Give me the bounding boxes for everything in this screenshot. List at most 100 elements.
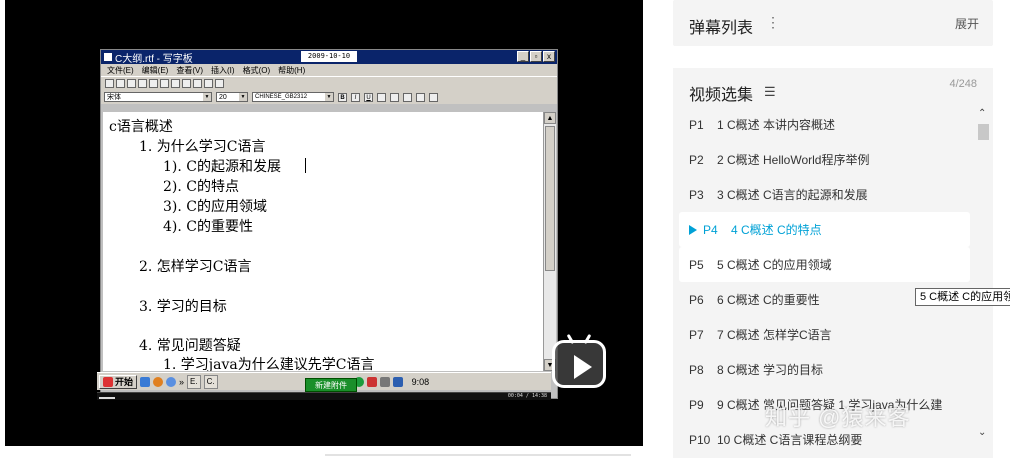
episode-item[interactable]: P8 8 C概述 学习的目标 — [679, 352, 970, 387]
episode-item[interactable]: P5 5 C概述 C的应用领域 — [679, 247, 970, 282]
quicklaunch-chevron: » — [179, 376, 185, 387]
doc-line: c语言概述 — [109, 119, 173, 135]
episode-label: 10 C概述 C语言课程总纲要 — [717, 433, 863, 447]
video-progress-fill — [99, 397, 115, 399]
episode-item[interactable]: P7 7 C概述 怎样学C语言 — [679, 317, 970, 352]
scroll-up-icon: ▲ — [544, 112, 556, 124]
episode-label: 5 C概述 C的应用领域 — [717, 258, 832, 272]
episode-label: 3 C概述 C语言的起源和发展 — [717, 188, 868, 202]
episode-item[interactable]: P3 3 C概述 C语言的起源和发展 — [679, 177, 970, 212]
scroll-thumb[interactable] — [978, 124, 989, 140]
paste-icon — [193, 79, 202, 88]
video-progress[interactable]: 00:04 / 14:38 — [97, 392, 551, 400]
maximize-button: ▫ — [530, 51, 542, 62]
more-icon[interactable]: ⋮ — [766, 14, 780, 31]
scroll-up-icon[interactable]: ⌃ — [978, 108, 986, 119]
wordpad-icon — [104, 53, 112, 61]
menu-view: 查看(V) — [176, 65, 204, 75]
episode-label: 4 C概述 C的特点 — [731, 223, 822, 237]
bullets-icon — [429, 92, 438, 102]
doc-line: 1). C的起源和发展 — [163, 159, 281, 175]
danmu-title: 弹幕列表 — [689, 20, 754, 37]
page: C大纲.rtf - 写字板 2009-10-10 _ ▫ x 文件(E) 编辑(… — [0, 0, 1010, 458]
close-button: x — [543, 51, 555, 62]
episode-number: P4 — [703, 222, 718, 237]
find-icon — [160, 79, 169, 88]
episode-label: 7 C概述 怎样学C语言 — [717, 328, 832, 342]
play-triangle-icon — [574, 355, 592, 379]
cut-icon — [171, 79, 180, 88]
episode-count: 4/248 — [949, 78, 977, 90]
open-icon — [116, 79, 125, 88]
doc-line: 4). C的重要性 — [163, 219, 253, 235]
badge-label: 新建附件 — [315, 381, 347, 390]
text-cursor — [305, 158, 306, 173]
scroll-thumb — [545, 126, 555, 271]
episode-number: P3 — [689, 187, 704, 202]
expand-button[interactable]: 展开 — [955, 15, 979, 32]
list-icon[interactable]: ☰ — [764, 84, 776, 100]
episode-item[interactable]: P2 2 C概述 HelloWorld程序举例 — [679, 142, 970, 177]
menu-file: 文件(E) — [107, 65, 134, 75]
play-icon[interactable] — [552, 340, 606, 388]
save-icon — [127, 79, 136, 88]
danmu-panel: 弹幕列表 ⋮ 展开 — [673, 0, 993, 46]
tray-red-icon — [366, 376, 377, 387]
menu-edit: 编辑(E) — [141, 65, 169, 75]
datetime-icon — [215, 79, 224, 88]
playlist-title: 视频选集 — [689, 87, 754, 104]
now-playing-icon — [689, 224, 697, 235]
tray-sound-icon — [379, 376, 390, 387]
menu-insert: 插入(I) — [211, 65, 235, 75]
episode-item[interactable]: P1 1 C概述 本讲内容概述 — [679, 107, 970, 142]
video-player[interactable]: C大纲.rtf - 写字板 2009-10-10 _ ▫ x 文件(E) 编辑(… — [5, 0, 643, 446]
playlist-scrollbar[interactable]: ⌃ ⌄ — [978, 108, 990, 438]
wordpad-window: C大纲.rtf - 写字板 2009-10-10 _ ▫ x 文件(E) 编辑(… — [100, 49, 558, 399]
episode-number: P9 — [689, 397, 704, 412]
size-combo: 20 — [216, 92, 248, 102]
doc-line: 1. 为什么学习C语言 — [139, 139, 266, 155]
copy-icon — [182, 79, 191, 88]
episode-tooltip: 5 C概述 C的应用领域 — [915, 288, 1010, 306]
windows-logo-icon — [103, 376, 113, 387]
clock: 9:08 — [411, 376, 430, 387]
episode-label: 2 C概述 HelloWorld程序举例 — [717, 153, 870, 167]
episode-number: P6 — [689, 292, 704, 307]
start-label: 开始 — [115, 377, 134, 387]
video-time: 00:04 / 14:38 — [507, 393, 547, 399]
bold-button: B — [338, 92, 347, 102]
divider — [325, 454, 631, 456]
menu-help: 帮助(H) — [278, 65, 306, 75]
wordpad-title: C大纲.rtf - 写字板 — [115, 53, 193, 65]
browser-icon — [153, 376, 164, 387]
doc-line: 4. 常见问题答疑 — [139, 338, 241, 354]
undo-icon — [204, 79, 213, 88]
taskbar-item: E. — [187, 374, 201, 389]
color-icon — [377, 92, 386, 102]
tray-network-icon — [392, 376, 403, 387]
recording-badge: 新建附件 — [305, 378, 357, 392]
doc-scrollbar: ▲ ▼ — [543, 112, 556, 371]
doc-line: 1. 学习java为什么建议先学C语言 — [163, 357, 375, 371]
align-center-icon — [403, 92, 412, 102]
episode-label: 1 C概述 本讲内容概述 — [717, 118, 836, 132]
date-overlay: 2009-10-10 — [301, 51, 357, 62]
wordpad-toolbar — [101, 76, 557, 90]
minimize-button: _ — [517, 51, 529, 62]
underline-button: U — [364, 92, 373, 102]
wordpad-titlebar: C大纲.rtf - 写字板 2009-10-10 _ ▫ x — [101, 50, 557, 65]
start-button: 开始 — [99, 374, 138, 389]
doc-line: 2). C的特点 — [163, 179, 239, 195]
episode-number: P8 — [689, 362, 704, 377]
doc-line: 3). C的应用领域 — [163, 199, 267, 215]
episode-number: P2 — [689, 152, 704, 167]
episode-number: P5 — [689, 257, 704, 272]
episode-number: P7 — [689, 327, 704, 342]
episode-item[interactable]: P4 4 C概述 C的特点 — [679, 212, 970, 247]
episode-label: 6 C概述 C的重要性 — [717, 293, 820, 307]
doc-line: 3. 学习的目标 — [139, 299, 227, 315]
charset-combo: CHINESE_GB2312 — [252, 92, 334, 102]
ie-icon — [166, 376, 177, 387]
scroll-down-icon[interactable]: ⌄ — [978, 427, 986, 438]
doc-line: 2. 怎样学习C语言 — [139, 259, 252, 275]
